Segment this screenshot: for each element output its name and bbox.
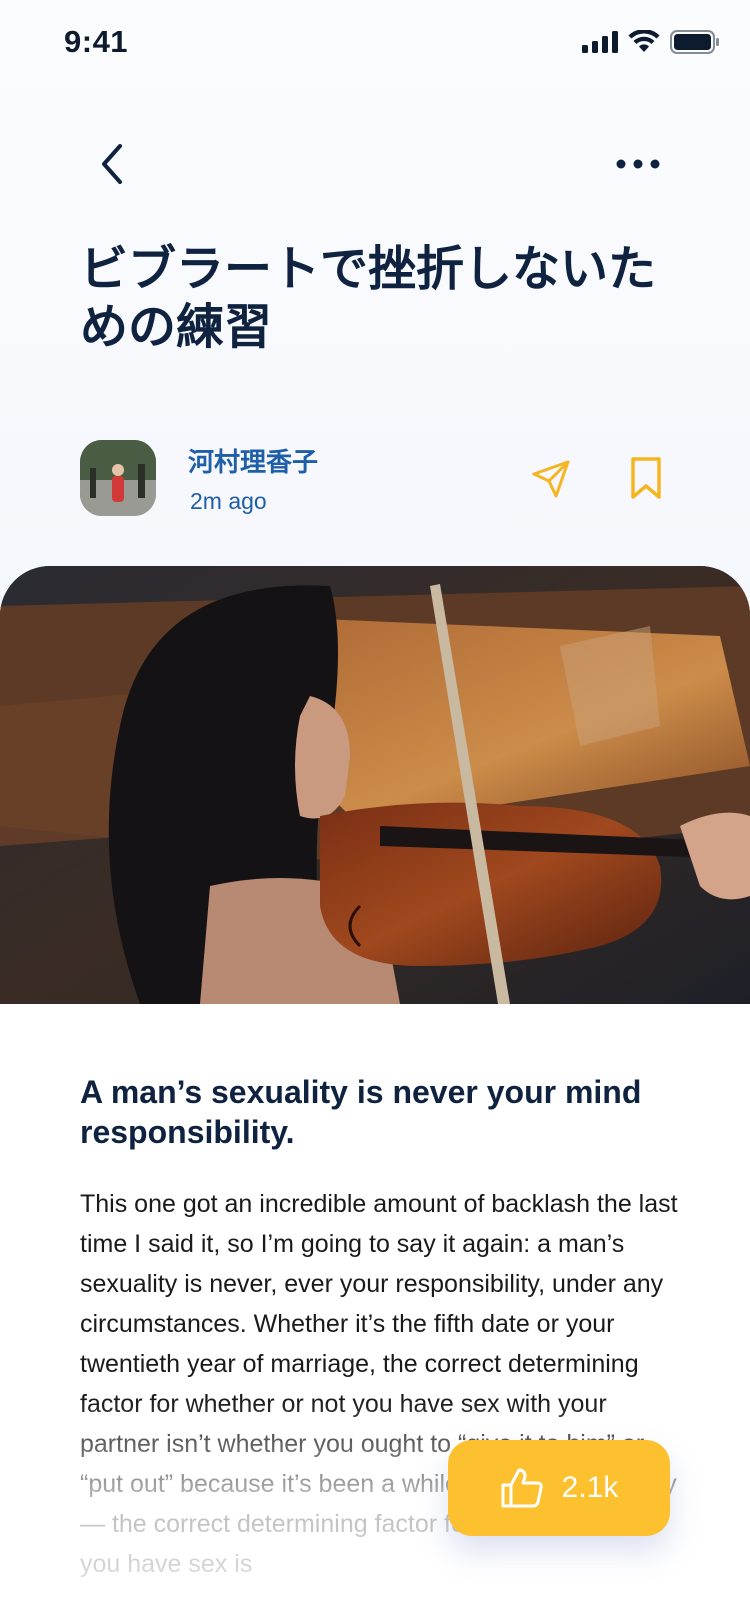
share-button[interactable]: [530, 458, 572, 500]
battery-icon: [670, 30, 719, 54]
status-time: 9:41: [64, 24, 129, 59]
author-name[interactable]: 河村理香子: [188, 442, 318, 479]
bookmark-icon: [631, 457, 661, 499]
chevron-left-icon: [102, 144, 122, 184]
status-icons: [582, 30, 720, 54]
avatar-image: [80, 440, 156, 516]
violinist-photo: [0, 566, 750, 1004]
bookmark-button[interactable]: [628, 454, 664, 502]
cellular-signal-icon: [582, 31, 618, 53]
thumbs-up-icon: [501, 1468, 543, 1508]
ellipsis-icon: [616, 159, 660, 169]
more-options-button[interactable]: [610, 146, 666, 182]
status-bar: 9:41: [0, 0, 750, 90]
send-icon: [532, 460, 570, 498]
article-title: ビブラートで挫折しないための練習: [80, 241, 657, 355]
post-time: 2m ago: [190, 488, 267, 514]
like-button[interactable]: 2.1k: [448, 1440, 670, 1536]
article-headline: A man’s sexuality is never your mind res…: [80, 1074, 642, 1150]
wifi-icon: [628, 30, 660, 52]
author-avatar[interactable]: [80, 440, 156, 516]
article-hero-image: [0, 566, 750, 1004]
back-button[interactable]: [88, 136, 136, 192]
like-count: 2.1k: [561, 1471, 619, 1504]
